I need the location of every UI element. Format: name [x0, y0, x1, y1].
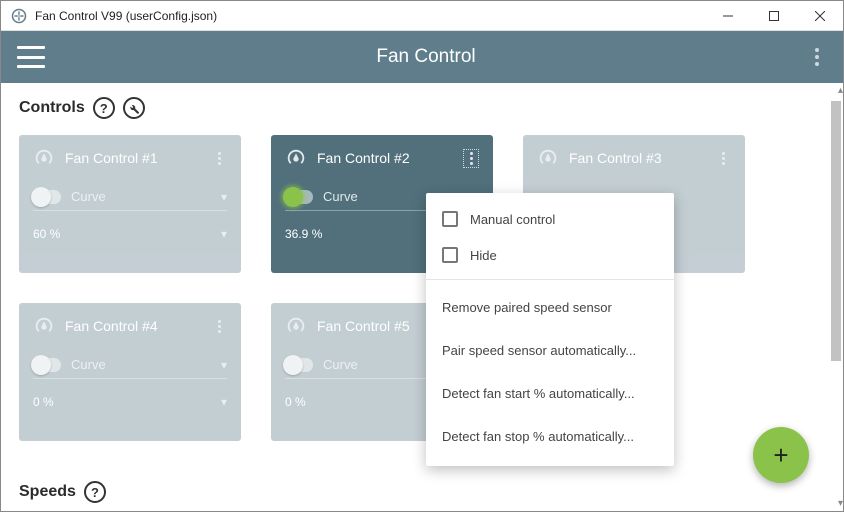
- toggle[interactable]: [285, 358, 313, 372]
- checkbox-icon[interactable]: [442, 247, 458, 263]
- speeds-section-header: Speeds ?: [1, 467, 843, 511]
- help-icon[interactable]: ?: [93, 97, 115, 119]
- gauge-icon: [285, 147, 307, 169]
- menu-remove-sensor[interactable]: Remove paired speed sensor: [426, 286, 674, 329]
- checkbox-icon[interactable]: [442, 211, 458, 227]
- scrollbar-thumb[interactable]: [831, 101, 841, 361]
- scroll-down-icon[interactable]: ▾: [838, 498, 843, 509]
- card-more-icon[interactable]: [211, 149, 227, 168]
- chevron-down-icon[interactable]: ▾: [221, 190, 227, 204]
- mode-label: Curve: [71, 189, 211, 204]
- gauge-icon: [285, 315, 307, 337]
- minimize-button[interactable]: [705, 1, 751, 31]
- gauge-icon: [537, 147, 559, 169]
- app-icon: [11, 8, 27, 24]
- card-title: Fan Control #4: [65, 318, 201, 334]
- titlebar: Fan Control V99 (userConfig.json): [1, 1, 843, 31]
- appbar: Fan Control: [1, 31, 843, 83]
- card-title: Fan Control #1: [65, 150, 201, 166]
- card-more-icon[interactable]: [211, 317, 227, 336]
- fan-card-1[interactable]: Fan Control #1 Curve ▾ 60 % ▾: [19, 135, 241, 273]
- gauge-icon: [33, 315, 55, 337]
- controls-heading: Controls: [19, 99, 85, 117]
- appbar-more-icon[interactable]: [807, 48, 827, 66]
- app-window: Fan Control V99 (userConfig.json) Fan Co…: [0, 0, 844, 512]
- menu-detect-stop[interactable]: Detect fan stop % automatically...: [426, 415, 674, 458]
- card-more-icon[interactable]: [715, 149, 731, 168]
- fan-card-4[interactable]: Fan Control #4 Curve ▾ 0 % ▾: [19, 303, 241, 441]
- menu-label: Detect fan start % automatically...: [442, 386, 635, 401]
- context-menu: Manual control Hide Remove paired speed …: [426, 193, 674, 466]
- wrench-icon[interactable]: [123, 97, 145, 119]
- card-title: Fan Control #2: [317, 150, 453, 166]
- menu-label: Manual control: [470, 212, 555, 227]
- percent-value: 0 %: [33, 395, 54, 409]
- menu-label: Remove paired speed sensor: [442, 300, 612, 315]
- help-icon[interactable]: ?: [84, 481, 106, 503]
- chevron-down-icon[interactable]: ▾: [221, 227, 227, 241]
- menu-label: Pair speed sensor automatically...: [442, 343, 636, 358]
- toggle[interactable]: [33, 190, 61, 204]
- appbar-title: Fan Control: [45, 46, 807, 68]
- toggle[interactable]: [33, 358, 61, 372]
- plus-icon: +: [773, 440, 788, 471]
- scrollbar[interactable]: [831, 101, 841, 493]
- controls-section-header: Controls ?: [1, 83, 843, 129]
- percent-value: 36.9 %: [285, 227, 322, 241]
- toggle[interactable]: [285, 190, 313, 204]
- hamburger-icon[interactable]: [17, 46, 45, 68]
- maximize-button[interactable]: [751, 1, 797, 31]
- menu-pair-auto[interactable]: Pair speed sensor automatically...: [426, 329, 674, 372]
- percent-value: 0 %: [285, 395, 306, 409]
- mode-label: Curve: [71, 357, 211, 372]
- close-button[interactable]: [797, 1, 843, 31]
- content-area: ▴ ▾ Controls ? Fan Control #1 Curve ▾: [1, 83, 843, 511]
- cards-grid: Fan Control #1 Curve ▾ 60 % ▾ Fan Contro…: [1, 129, 843, 467]
- card-more-icon[interactable]: [463, 149, 479, 168]
- menu-label: Hide: [470, 248, 497, 263]
- menu-label: Detect fan stop % automatically...: [442, 429, 634, 444]
- percent-value: 60 %: [33, 227, 60, 241]
- menu-detect-start[interactable]: Detect fan start % automatically...: [426, 372, 674, 415]
- speeds-heading: Speeds: [19, 483, 76, 501]
- card-title: Fan Control #3: [569, 150, 705, 166]
- menu-hide[interactable]: Hide: [426, 237, 674, 273]
- window-title: Fan Control V99 (userConfig.json): [35, 9, 705, 23]
- menu-divider: [426, 279, 674, 280]
- chevron-down-icon[interactable]: ▾: [221, 395, 227, 409]
- scroll-up-icon[interactable]: ▴: [838, 85, 843, 96]
- chevron-down-icon[interactable]: ▾: [221, 358, 227, 372]
- gauge-icon: [33, 147, 55, 169]
- menu-manual-control[interactable]: Manual control: [426, 201, 674, 237]
- add-fab[interactable]: +: [753, 427, 809, 483]
